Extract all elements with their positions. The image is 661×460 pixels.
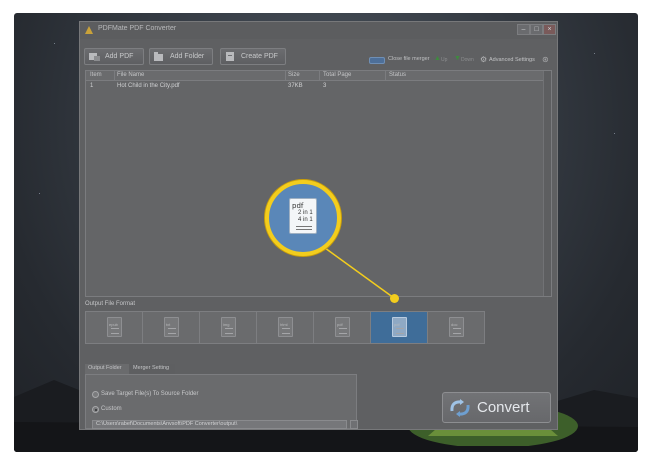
col-header-size[interactable]: Size xyxy=(288,72,300,78)
text-tag: txt xyxy=(166,322,171,327)
col-header-item[interactable]: Item xyxy=(90,72,102,78)
add-folder-icon xyxy=(154,52,163,61)
pdf-2in1-large-icon: pdf 2 in 1 4 in 1 xyxy=(289,198,317,234)
add-folder-label: Add Folder xyxy=(170,53,205,60)
convert-icon xyxy=(450,399,470,417)
output-folder-panel: Save Target File(s) To Source Folder Cus… xyxy=(85,374,358,429)
col-header-status[interactable]: Status xyxy=(389,72,406,78)
add-folder-button[interactable]: Add Folder xyxy=(149,48,213,65)
image-tag: img xyxy=(223,322,230,327)
minimize-button[interactable]: – xyxy=(517,24,530,35)
custom-folder-radio[interactable] xyxy=(92,406,99,413)
up-arrow-icon[interactable]: ▲ xyxy=(434,55,441,62)
column-divider[interactable] xyxy=(385,71,386,81)
output-format-label: Output File Format xyxy=(85,301,136,307)
down-arrow-icon[interactable]: ▼ xyxy=(454,55,461,62)
epub-tag: epub xyxy=(109,322,118,327)
create-pdf-label: Create PDF xyxy=(241,53,278,60)
column-divider[interactable] xyxy=(285,71,286,81)
callout-magnifier: pdf 2 in 1 4 in 1 xyxy=(265,180,341,256)
epub-doc-icon: epub xyxy=(107,317,122,337)
table-header: Item File Name Size Total Page Status xyxy=(86,71,551,81)
cell-file-name: Hot Child in the City.pdf xyxy=(117,83,180,89)
format-pdf-button[interactable]: pdf xyxy=(314,312,371,343)
add-pdf-button[interactable]: Add PDF xyxy=(84,48,144,65)
pdf-tag: pdf xyxy=(337,322,343,327)
pdf-2in1-doc-icon: pdf xyxy=(392,317,407,337)
format-html-button[interactable]: html xyxy=(257,312,314,343)
help-icon[interactable]: ⊛ xyxy=(542,55,549,64)
close-button[interactable]: × xyxy=(543,24,556,35)
custom-folder-label[interactable]: Custom xyxy=(101,406,122,412)
tab-output-folder[interactable]: Output Folder xyxy=(85,364,129,374)
format-epub-button[interactable]: epub xyxy=(86,312,143,343)
star xyxy=(594,53,595,54)
maximize-button[interactable]: □ xyxy=(530,24,543,35)
doc-rule xyxy=(296,226,312,227)
star xyxy=(54,43,55,44)
source-folder-label[interactable]: Save Target File(s) To Source Folder xyxy=(101,391,199,397)
output-format-strip: epub txt img html pdf pdf doc xyxy=(85,311,485,344)
convert-button[interactable]: Convert xyxy=(442,392,551,423)
browse-button[interactable] xyxy=(350,420,358,429)
format-doc-button[interactable]: doc xyxy=(428,312,485,343)
doc-doc-icon: doc xyxy=(449,317,464,337)
toolbar: Add PDF Add Folder Create PDF Close file… xyxy=(80,39,557,69)
column-divider[interactable] xyxy=(319,71,320,81)
callout-pdf-tag: pdf xyxy=(292,202,304,210)
create-pdf-button[interactable]: Create PDF xyxy=(220,48,286,65)
vertical-scrollbar[interactable] xyxy=(543,71,551,296)
format-image-button[interactable]: img xyxy=(200,312,257,343)
cell-item: 1 xyxy=(90,83,94,89)
doc-tag: doc xyxy=(451,322,458,327)
window-title: PDFMate PDF Converter xyxy=(98,25,177,32)
col-header-total-page[interactable]: Total Page xyxy=(323,72,351,78)
html-doc-icon: html xyxy=(278,317,293,337)
star xyxy=(39,193,40,194)
source-folder-radio[interactable] xyxy=(92,391,99,398)
cell-size: 37KB xyxy=(288,83,303,89)
settings-icon[interactable]: ⚙ xyxy=(480,55,487,64)
pdf-doc-icon: pdf xyxy=(335,317,350,337)
pdf-2in1-tag: pdf xyxy=(394,322,400,327)
convert-label: Convert xyxy=(477,399,530,416)
output-path-field[interactable]: C:\Users\rabef\Documents\Anvsoft\PDF Con… xyxy=(92,420,347,429)
col-header-file-name[interactable]: File Name xyxy=(117,72,144,78)
advanced-settings-link[interactable]: Advanced Settings xyxy=(489,57,535,63)
file-merger-toggle[interactable] xyxy=(369,57,385,64)
callout-2in1: 2 in 1 xyxy=(298,210,313,216)
title-bar: PDFMate PDF Converter – □ × xyxy=(80,22,557,39)
add-file-icon xyxy=(89,53,100,61)
up-label: Up xyxy=(441,57,448,63)
close-merger-label: Close file merger xyxy=(388,56,430,62)
cell-total-page: 3 xyxy=(323,83,327,89)
app-logo-icon xyxy=(85,26,93,34)
format-text-button[interactable]: txt xyxy=(143,312,200,343)
format-pdf-2in1-button[interactable]: pdf xyxy=(371,312,428,343)
down-label: Down xyxy=(461,57,474,63)
create-pdf-icon xyxy=(226,52,234,61)
add-pdf-label: Add PDF xyxy=(105,53,134,60)
column-divider[interactable] xyxy=(114,71,115,81)
callout-4in1: 4 in 1 xyxy=(298,217,313,223)
star xyxy=(614,133,615,134)
doc-rule xyxy=(296,229,312,230)
tab-merger-setting[interactable]: Merger Setting xyxy=(130,364,175,374)
callout-dot xyxy=(390,294,399,303)
html-tag: html xyxy=(280,322,288,327)
text-doc-icon: txt xyxy=(164,317,179,337)
image-doc-icon: img xyxy=(221,317,236,337)
